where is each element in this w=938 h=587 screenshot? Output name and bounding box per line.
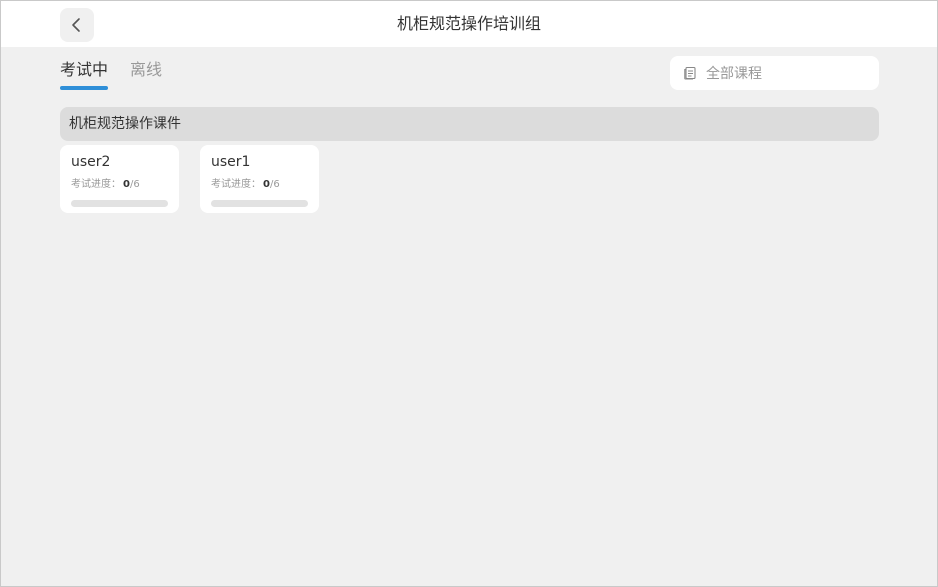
progress-bar bbox=[71, 200, 168, 207]
page-title: 机柜规范操作培训组 bbox=[396, 14, 541, 33]
user-name: user1 bbox=[211, 154, 251, 170]
progress-total: /6 bbox=[129, 179, 140, 190]
progress-label: 考试进度： bbox=[71, 179, 121, 190]
exam-progress-text: 考试进度： 0/6 bbox=[71, 179, 140, 191]
user-card[interactable]: user2 考试进度： 0/6 bbox=[60, 145, 179, 213]
tab-in-exam[interactable]: 考试中 bbox=[60, 59, 109, 90]
progress-current: 0 bbox=[263, 179, 270, 190]
document-list-icon bbox=[683, 66, 697, 80]
courseware-section-header: 机柜规范操作课件 bbox=[60, 107, 879, 141]
active-tab-indicator bbox=[60, 86, 109, 90]
progress-current: 0 bbox=[123, 179, 130, 190]
course-filter-dropdown[interactable]: 全部课程 bbox=[670, 56, 879, 90]
header-bar: 机柜规范操作培训组 bbox=[1, 1, 937, 47]
section-title: 机柜规范操作课件 bbox=[69, 116, 181, 132]
user-name: user2 bbox=[71, 154, 111, 170]
course-filter-label: 全部课程 bbox=[706, 66, 762, 82]
tab-bar: 考试中 离线 bbox=[60, 59, 184, 90]
tab-label: 考试中 bbox=[60, 60, 109, 79]
app-window: 机柜规范操作培训组 考试中 离线 全部课程 机柜规范操作课件 user2 考试进… bbox=[0, 0, 938, 587]
exam-progress-text: 考试进度： 0/6 bbox=[211, 179, 280, 191]
progress-bar bbox=[211, 200, 308, 207]
user-card[interactable]: user1 考试进度： 0/6 bbox=[200, 145, 319, 213]
tab-offline[interactable]: 离线 bbox=[130, 59, 162, 90]
progress-label: 考试进度： bbox=[211, 179, 261, 190]
progress-total: /6 bbox=[269, 179, 280, 190]
tab-label: 离线 bbox=[130, 60, 163, 79]
